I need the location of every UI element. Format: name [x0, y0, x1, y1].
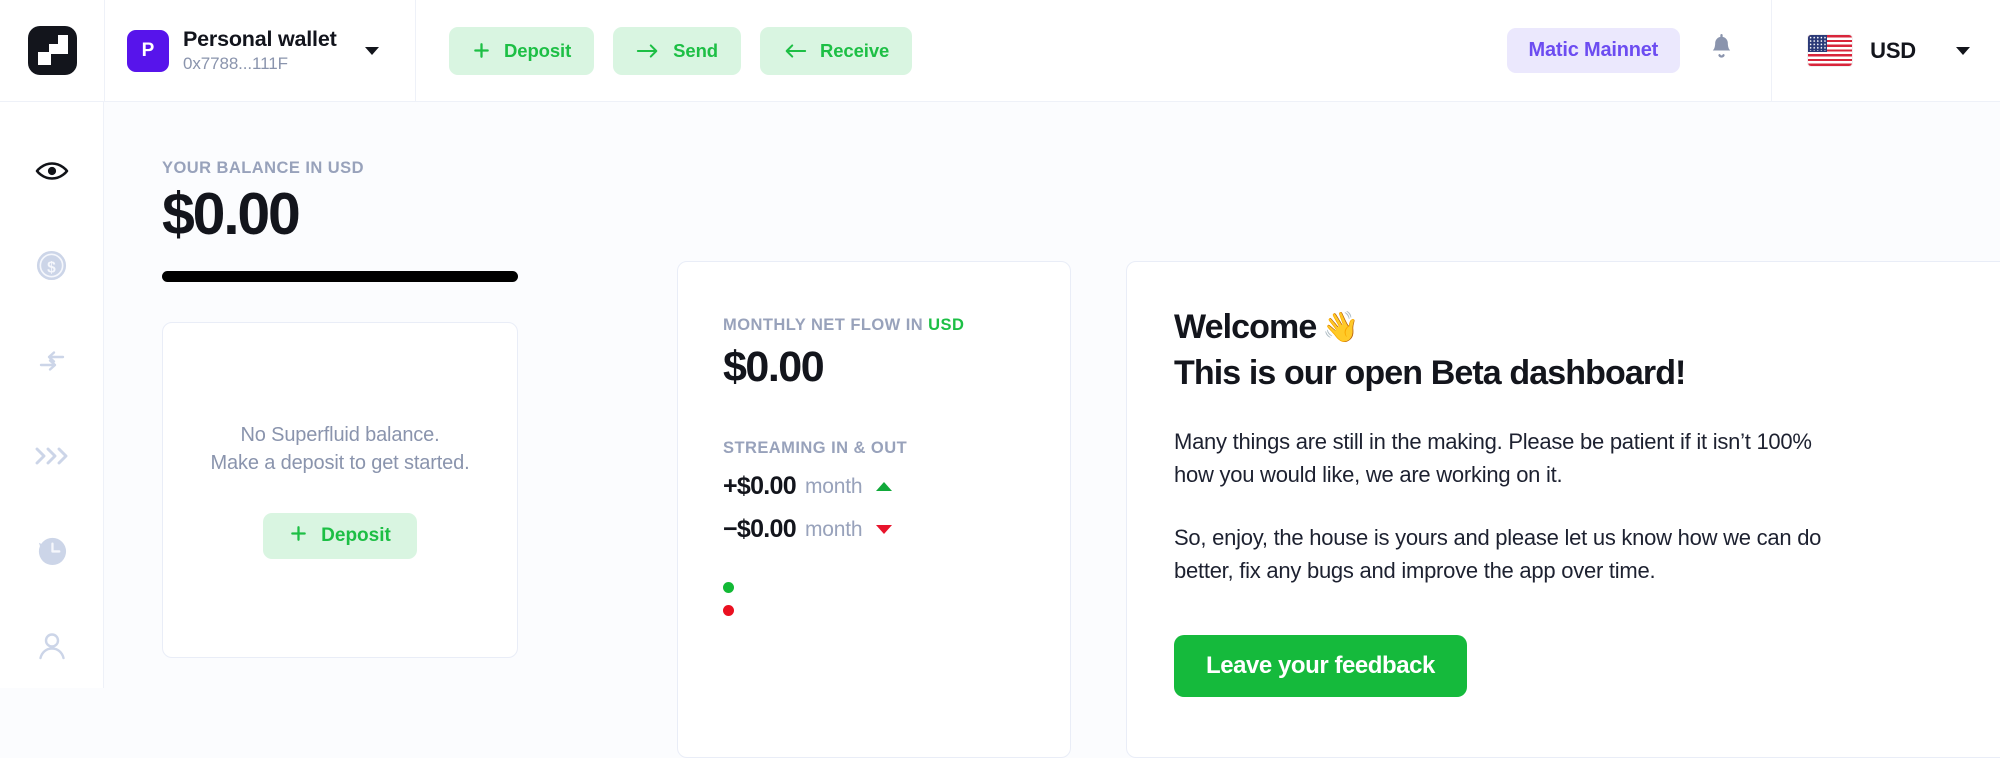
main-content: YOUR BALANCE IN USD $0.00 No Superfluid …: [105, 103, 2000, 688]
history-clock-icon: [35, 534, 68, 572]
balance-label: YOUR BALANCE IN USD: [162, 159, 518, 178]
eye-icon: [35, 159, 69, 188]
welcome-card: Welcome 👋 This is our open Beta dashboar…: [1126, 261, 2000, 758]
app-header: P Personal wallet 0x7788...111F Deposit …: [0, 0, 2000, 102]
waving-hand-icon: 👋: [1322, 313, 1358, 343]
streaming-in-unit: month: [805, 475, 862, 499]
balance-amount: $0.00: [162, 182, 518, 247]
dollar-coin-icon: $: [35, 249, 68, 287]
sidebar-item-account[interactable]: [28, 624, 76, 672]
send-button[interactable]: Send: [613, 27, 741, 75]
triangle-down-icon: [876, 525, 892, 534]
flow-legend: [723, 582, 1070, 616]
streaming-in-row: +$0.00 month: [723, 472, 1070, 501]
chevrons-right-icon: [34, 445, 70, 472]
net-flow-amount: $0.00: [723, 343, 1070, 392]
sidebar-nav: $: [0, 102, 104, 688]
header-actions: Deposit Send Receive: [449, 27, 912, 75]
superfluid-logo-icon: [28, 26, 77, 75]
us-flag-icon: [1808, 35, 1852, 66]
receive-button[interactable]: Receive: [760, 27, 912, 75]
currency-label: USD: [1870, 38, 1916, 64]
monthly-net-flow-card: MONTHLY NET FLOW IN USD $0.00 STREAMING …: [677, 261, 1071, 758]
receive-button-label: Receive: [820, 40, 889, 62]
deposit-cta-label: Deposit: [321, 525, 391, 547]
plus-icon: [289, 524, 308, 549]
transfer-arrows-icon: [35, 348, 69, 379]
no-balance-line-2: Make a deposit to get started.: [211, 449, 470, 477]
streaming-out-value: −$0.00: [723, 515, 796, 544]
wallet-address: 0x7788...111F: [183, 54, 337, 74]
wallet-selector[interactable]: P Personal wallet 0x7788...111F: [104, 0, 416, 102]
deposit-cta-button[interactable]: Deposit: [263, 513, 417, 559]
plus-icon: [472, 41, 491, 60]
arrow-right-icon: [636, 42, 660, 60]
sidebar-item-history[interactable]: [28, 529, 76, 577]
notifications-button[interactable]: [1708, 33, 1735, 68]
balance-section: YOUR BALANCE IN USD $0.00: [162, 159, 518, 282]
no-balance-line-1: No Superfluid balance.: [240, 421, 439, 449]
sidebar-item-tokens[interactable]: $: [28, 244, 76, 292]
welcome-subheading: This is our open Beta dashboard!: [1174, 352, 2000, 396]
sidebar-item-dashboard[interactable]: [28, 149, 76, 197]
chevron-down-icon[interactable]: [365, 47, 379, 55]
sidebar-item-streams[interactable]: [28, 434, 76, 482]
streaming-label: STREAMING IN & OUT: [723, 439, 1070, 458]
outflow-dot: [723, 605, 734, 616]
svg-text:$: $: [47, 259, 56, 276]
balance-progress-bar: [162, 271, 518, 282]
streaming-out-unit: month: [805, 518, 862, 542]
net-flow-label: MONTHLY NET FLOW IN USD: [723, 316, 1070, 335]
streaming-in-value: +$0.00: [723, 472, 796, 501]
arrow-left-icon: [783, 42, 807, 60]
bell-icon: [1708, 33, 1735, 68]
welcome-paragraph-1: Many things are still in the making. Ple…: [1174, 425, 1834, 491]
send-button-label: Send: [673, 40, 718, 62]
deposit-button-label: Deposit: [504, 40, 571, 62]
currency-selector[interactable]: USD: [1771, 0, 2000, 102]
person-icon: [36, 630, 68, 667]
welcome-heading-text: Welcome: [1174, 306, 1316, 350]
streaming-out-row: −$0.00 month: [723, 515, 1070, 544]
no-balance-card: No Superfluid balance. Make a deposit to…: [162, 322, 518, 658]
inflow-dot: [723, 582, 734, 593]
wallet-name: Personal wallet: [183, 27, 337, 52]
header-right-cluster: Matic Mainnet USD: [1507, 0, 2000, 102]
welcome-heading: Welcome 👋: [1174, 306, 2000, 350]
wallet-avatar: P: [127, 30, 169, 72]
welcome-paragraph-2: So, enjoy, the house is yours and please…: [1174, 521, 1834, 587]
chevron-down-icon[interactable]: [1956, 47, 1970, 55]
triangle-up-icon: [876, 482, 892, 491]
network-selector[interactable]: Matic Mainnet: [1507, 28, 1681, 73]
sidebar-item-transfers[interactable]: [28, 339, 76, 387]
app-logo[interactable]: [0, 0, 104, 102]
deposit-button[interactable]: Deposit: [449, 27, 594, 75]
